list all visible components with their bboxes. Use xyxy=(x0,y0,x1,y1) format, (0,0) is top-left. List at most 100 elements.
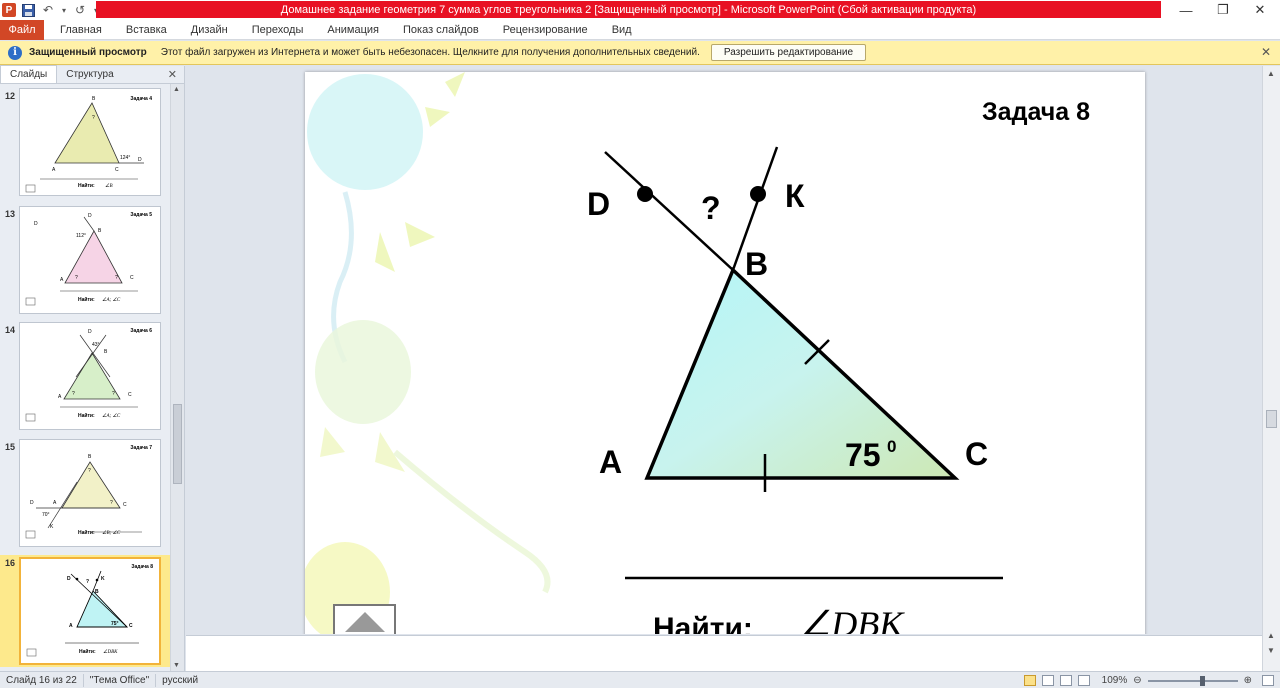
home-icon[interactable] xyxy=(333,604,396,634)
svg-text:75°: 75° xyxy=(111,621,119,627)
slide-preview[interactable]: Задача 4 B A C D 124° ? Найти: ∠B xyxy=(19,88,161,196)
balloon-decoration xyxy=(305,72,551,634)
svg-text:A: A xyxy=(52,167,56,173)
tab-animation[interactable]: Анимация xyxy=(315,20,391,40)
tab-slides[interactable]: Слайды xyxy=(0,65,58,83)
undo-icon[interactable]: ↶ xyxy=(40,2,56,18)
protected-view-title: Защищенный просмотр xyxy=(29,47,147,58)
zoom-in-icon[interactable]: ⊕ xyxy=(1244,675,1252,686)
minimize-button[interactable]: — xyxy=(1166,0,1206,20)
slideshow-view-icon[interactable] xyxy=(1077,675,1090,686)
slide-thumbnail-15[interactable]: 15 Задача 7 B ? D A C ? 70° K Найти: ∠B;… xyxy=(0,439,170,549)
thumb-find: Найти: xyxy=(78,182,95,189)
main-scrollbar[interactable]: ▲ ▲ ▼ xyxy=(1262,66,1280,671)
svg-text:K: K xyxy=(101,576,105,582)
label-question: ? xyxy=(701,190,721,226)
theme-name: "Тема Office" xyxy=(84,673,157,687)
save-icon[interactable] xyxy=(20,2,36,18)
slide-thumbnail-13[interactable]: 13 Задача 5 D D B 112° A C ? ? Найти: ∠A… xyxy=(0,206,170,316)
svg-text:D: D xyxy=(138,157,142,163)
notes-pane[interactable] xyxy=(186,635,1262,671)
angle-degree: 0 xyxy=(887,437,896,456)
slide-sorter-view-icon[interactable] xyxy=(1041,675,1054,686)
panel-scroll-thumb[interactable] xyxy=(173,404,182,484)
close-panel-icon[interactable]: ✕ xyxy=(168,68,177,81)
thumb-title: Задача 4 xyxy=(130,96,152,102)
svg-text:C: C xyxy=(130,275,134,281)
svg-text:C: C xyxy=(129,623,133,629)
svg-text:D: D xyxy=(88,213,92,219)
svg-text:D: D xyxy=(88,329,92,335)
svg-text:A: A xyxy=(60,277,64,283)
svg-text:∠A; ∠C: ∠A; ∠C xyxy=(102,297,121,303)
svg-text:124°: 124° xyxy=(120,155,130,161)
slide-preview[interactable]: Задача 7 B ? D A C ? 70° K Найти: ∠B; ∠C xyxy=(19,439,161,547)
label-a: A xyxy=(599,444,622,480)
thumb-find: Найти: xyxy=(78,296,95,303)
slide-preview[interactable]: Задача 6 D 43° B A C ? ? Найти: ∠A; ∠C xyxy=(19,322,161,430)
svg-text:∠A; ∠C: ∠A; ∠C xyxy=(102,413,121,419)
zoom-out-icon[interactable]: ⊖ xyxy=(1133,675,1141,686)
slide-thumbnail-12[interactable]: 12 Задача 4 B A C D 124° ? Найти: ∠B xyxy=(0,88,170,198)
reading-view-icon[interactable] xyxy=(1059,675,1072,686)
tab-design[interactable]: Дизайн xyxy=(179,20,240,40)
slide-number: 13 xyxy=(5,209,16,219)
svg-text:?: ? xyxy=(88,468,91,474)
redo-icon[interactable]: ↺ xyxy=(72,2,88,18)
powerpoint-logo-icon[interactable]: P xyxy=(2,3,16,17)
panel-scrollbar[interactable]: ▲ ▼ xyxy=(170,84,184,671)
slide-thumbnail-16[interactable]: 16 Задача 8 D ? K B A C 75° Найти: ∠DBK xyxy=(0,555,170,667)
svg-text:D: D xyxy=(30,500,34,506)
normal-view-icon[interactable] xyxy=(1023,675,1036,686)
svg-text:∠DBK: ∠DBK xyxy=(103,649,118,655)
svg-text:C: C xyxy=(128,392,132,398)
slide-thumbnail-14[interactable]: 14 Задача 6 D 43° B A C ? ? Найти: ∠A; ∠ xyxy=(0,322,170,432)
slide-number: 16 xyxy=(5,558,16,568)
thumb-title: Задача 5 xyxy=(130,212,152,218)
protected-view-message[interactable]: Этот файл загружен из Интернета и может … xyxy=(161,47,700,58)
svg-text:?: ? xyxy=(112,391,115,397)
undo-dropdown-icon[interactable]: ▾ xyxy=(60,2,68,18)
zoom-slider[interactable] xyxy=(1147,675,1238,686)
svg-text:D: D xyxy=(34,221,38,227)
close-button[interactable]: ✕ xyxy=(1240,0,1280,20)
main-scroll-thumb[interactable] xyxy=(1266,410,1277,428)
svg-text:K: K xyxy=(50,524,54,530)
slide-preview[interactable]: Задача 5 D D B 112° A C ? ? Найти: ∠A; ∠… xyxy=(19,206,161,314)
slide-canvas[interactable]: Задача 8 D ? К B A C 75 0 Найти: ∠DBK xyxy=(305,72,1145,634)
slide-preview[interactable]: Задача 8 D ? K B A C 75° Найти: ∠DBK xyxy=(19,557,161,665)
close-icon[interactable]: ✕ xyxy=(1261,45,1271,59)
tab-insert[interactable]: Вставка xyxy=(114,20,179,40)
powerpoint-window: P ↶ ▾ ↺ ▾ Домашнее задание геометрия 7 с… xyxy=(0,0,1280,688)
slide-number: 12 xyxy=(5,91,16,101)
svg-text:∠B: ∠B xyxy=(105,183,113,189)
tab-file[interactable]: Файл xyxy=(0,19,44,40)
language-indicator[interactable]: русский xyxy=(156,674,204,687)
svg-text:A: A xyxy=(53,500,57,506)
tab-home[interactable]: Главная xyxy=(48,20,114,40)
svg-text:?: ? xyxy=(115,275,118,281)
svg-text:C: C xyxy=(123,502,127,508)
tab-outline[interactable]: Структура xyxy=(57,65,122,83)
slide-number: 14 xyxy=(5,325,16,335)
svg-text:B: B xyxy=(88,454,92,460)
find-formula: ∠DBK xyxy=(799,604,905,634)
svg-text:B: B xyxy=(98,228,102,234)
slide-counter: Слайд 16 из 22 xyxy=(0,673,84,687)
svg-text:?: ? xyxy=(86,579,89,585)
restore-button[interactable]: ❐ xyxy=(1203,0,1243,20)
fit-slide-icon[interactable] xyxy=(1262,675,1274,686)
tab-slideshow[interactable]: Показ слайдов xyxy=(391,20,491,40)
tab-view[interactable]: Вид xyxy=(600,20,644,40)
slide-title: Задача 8 xyxy=(982,98,1090,126)
zoom-level[interactable]: 109% xyxy=(1102,675,1128,686)
svg-text:70°: 70° xyxy=(42,512,50,518)
svg-text:?: ? xyxy=(110,500,113,506)
svg-text:43°: 43° xyxy=(92,342,100,348)
svg-text:A: A xyxy=(69,623,73,629)
tab-transitions[interactable]: Переходы xyxy=(240,20,316,40)
enable-editing-button[interactable]: Разрешить редактирование xyxy=(710,44,867,61)
thumb-title: Задача 7 xyxy=(130,445,152,451)
tab-review[interactable]: Рецензирование xyxy=(491,20,600,40)
svg-text:112°: 112° xyxy=(76,233,86,239)
